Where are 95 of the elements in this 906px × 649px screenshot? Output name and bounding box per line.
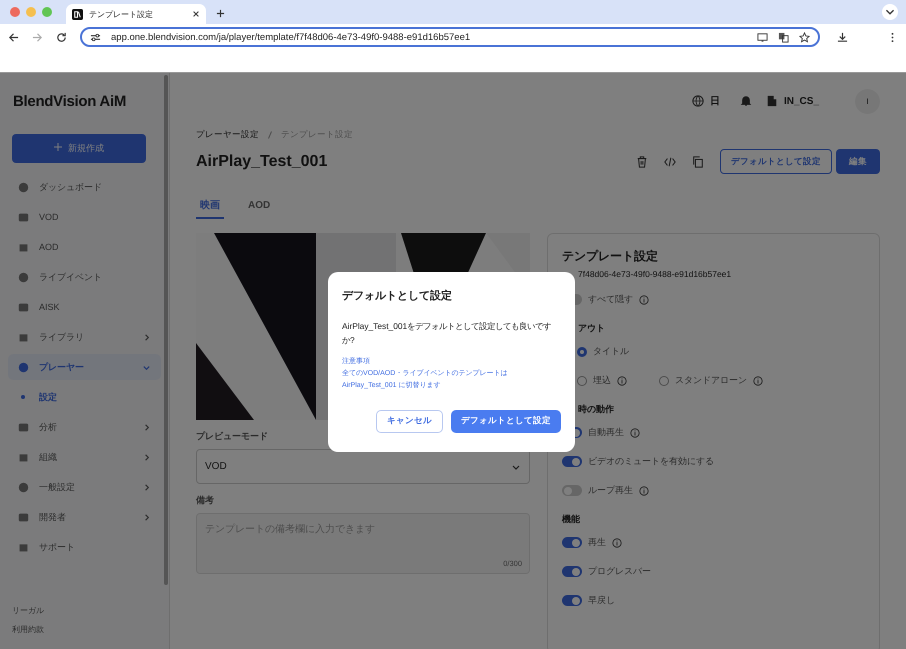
option-label: ループ再生 bbox=[588, 484, 633, 497]
menu-item-icon bbox=[18, 542, 29, 552]
section-heading: 時の動作 bbox=[577, 403, 615, 416]
building-icon bbox=[766, 95, 778, 107]
sidebar-item[interactable]: VOD bbox=[8, 204, 161, 230]
breadcrumb-item[interactable]: プレーヤー設定 bbox=[196, 129, 259, 141]
new-tab-icon[interactable] bbox=[216, 9, 225, 18]
field-label: 備考 bbox=[196, 494, 215, 507]
toggle-switch[interactable] bbox=[562, 537, 582, 548]
cancel-button[interactable]: キャンセル bbox=[376, 410, 443, 433]
option-label: タイトル bbox=[593, 345, 629, 358]
sidebar-item[interactable]: 分析 bbox=[8, 414, 161, 440]
menu-item-icon bbox=[18, 272, 29, 282]
info-icon[interactable] bbox=[639, 486, 649, 496]
sidebar-item[interactable]: AOD bbox=[8, 234, 161, 260]
app-logo: BlendVision AiM bbox=[13, 93, 128, 110]
back-icon[interactable] bbox=[8, 32, 19, 42]
option-label: 再生 bbox=[588, 536, 606, 549]
bell-icon[interactable] bbox=[740, 95, 752, 107]
reload-icon[interactable] bbox=[56, 32, 67, 42]
template-id: 7f48d06-4e73-49f0-9488-e91d16b57ee1 bbox=[577, 269, 732, 279]
toggle-switch[interactable] bbox=[562, 485, 582, 496]
footer-link[interactable]: リーガル bbox=[12, 605, 44, 616]
panel-title: テンプレート設定 bbox=[562, 248, 659, 265]
info-icon[interactable] bbox=[612, 538, 622, 548]
sidebar-item[interactable]: AISK bbox=[8, 294, 161, 320]
set-default-button[interactable]: デフォルトとして設定 bbox=[720, 149, 832, 174]
download-icon[interactable] bbox=[837, 32, 848, 42]
sidebar-item[interactable]: サポート bbox=[8, 534, 161, 560]
dialog-title: デフォルトとして設定 bbox=[342, 288, 453, 303]
new-button[interactable]: 新規作成 bbox=[12, 134, 146, 163]
menu-item-icon bbox=[18, 182, 29, 192]
sidebar-item[interactable]: ライブラリ bbox=[8, 324, 161, 350]
tab-menu-icon[interactable] bbox=[882, 4, 898, 20]
option-label: ビデオのミュートを有効にする bbox=[588, 455, 714, 468]
sidebar-subitem[interactable]: 設定 bbox=[12, 384, 169, 410]
globe-icon[interactable] bbox=[692, 95, 704, 107]
menu-item-icon bbox=[18, 482, 29, 492]
sidebar-item[interactable]: ダッシュボード bbox=[8, 174, 161, 200]
info-icon[interactable] bbox=[630, 428, 640, 438]
page-title: AirPlay_Test_001 bbox=[196, 152, 328, 170]
cast-icon[interactable] bbox=[757, 32, 768, 42]
sidebar-item[interactable]: ライブイベント bbox=[8, 264, 161, 290]
menu-item-icon bbox=[18, 512, 29, 522]
dialog-message: AirPlay_Test_001をデフォルトとして設定しても良いですか? bbox=[342, 320, 552, 348]
tab[interactable]: AOD bbox=[244, 194, 274, 219]
toggle-switch[interactable] bbox=[562, 566, 582, 577]
address-bar[interactable]: app.one.blendvision.com/ja/player/template/f7f48d06-4e73-49f0-9488-e91d16b57ee1 bbox=[80, 27, 820, 47]
info-icon[interactable] bbox=[639, 294, 649, 304]
menu-item-icon bbox=[18, 422, 29, 432]
confirm-button[interactable]: デフォルトとして設定 bbox=[451, 410, 561, 433]
menu-item-icon bbox=[18, 302, 29, 312]
option-label: 早戻し bbox=[588, 594, 615, 607]
edit-button[interactable]: 編集 bbox=[836, 149, 880, 174]
option-label: プログレスバー bbox=[588, 565, 651, 578]
avatar[interactable]: I bbox=[855, 88, 880, 114]
trash-icon[interactable] bbox=[636, 156, 648, 168]
menu-item-icon bbox=[18, 332, 29, 342]
sidebar-item[interactable]: 組織 bbox=[8, 444, 161, 470]
close-icon[interactable] bbox=[192, 10, 200, 18]
window-close-button[interactable] bbox=[10, 7, 20, 17]
option-label: 自動再生 bbox=[588, 426, 624, 439]
toggle-switch[interactable] bbox=[562, 456, 582, 467]
sidebar-item[interactable]: プレーヤー bbox=[8, 354, 161, 380]
option-label: 埋込 bbox=[593, 374, 611, 387]
breadcrumb-separator bbox=[268, 131, 272, 139]
info-icon[interactable] bbox=[617, 376, 627, 386]
menu-item-icon bbox=[18, 452, 29, 462]
section-heading: 機能 bbox=[562, 513, 581, 526]
option-label: スタンドアローン bbox=[675, 374, 747, 387]
organization-name[interactable]: IN_CS_ bbox=[784, 96, 819, 106]
code-icon[interactable] bbox=[664, 156, 676, 168]
plus-icon bbox=[54, 143, 62, 151]
sidebar-item[interactable]: 開発者 bbox=[8, 504, 161, 530]
menu-item-icon bbox=[18, 212, 29, 222]
star-icon[interactable] bbox=[799, 32, 810, 42]
option-label: すべて隠す bbox=[588, 293, 633, 306]
info-icon[interactable] bbox=[753, 376, 763, 386]
menu-item-icon bbox=[18, 362, 29, 372]
section-heading: アウト bbox=[577, 322, 606, 335]
toggle-switch[interactable] bbox=[562, 595, 582, 606]
menu-item-icon bbox=[18, 242, 29, 252]
copy-icon[interactable] bbox=[692, 156, 704, 168]
tab[interactable]: 映画 bbox=[196, 194, 224, 219]
browser-tab[interactable]: テンプレート設定 bbox=[66, 4, 206, 24]
radio-button[interactable] bbox=[659, 376, 669, 386]
modal-backdrop[interactable] bbox=[0, 73, 906, 649]
translate-icon[interactable] bbox=[778, 32, 789, 42]
sidebar-item[interactable]: 一般設定 bbox=[8, 474, 161, 500]
radio-button[interactable] bbox=[577, 376, 587, 386]
footer-link[interactable]: 利用約款 bbox=[12, 624, 44, 635]
language-label[interactable]: 日 bbox=[710, 94, 720, 108]
app-icon bbox=[72, 8, 83, 20]
site-settings-icon[interactable] bbox=[90, 32, 101, 42]
field-label: プレビューモード bbox=[196, 430, 269, 443]
